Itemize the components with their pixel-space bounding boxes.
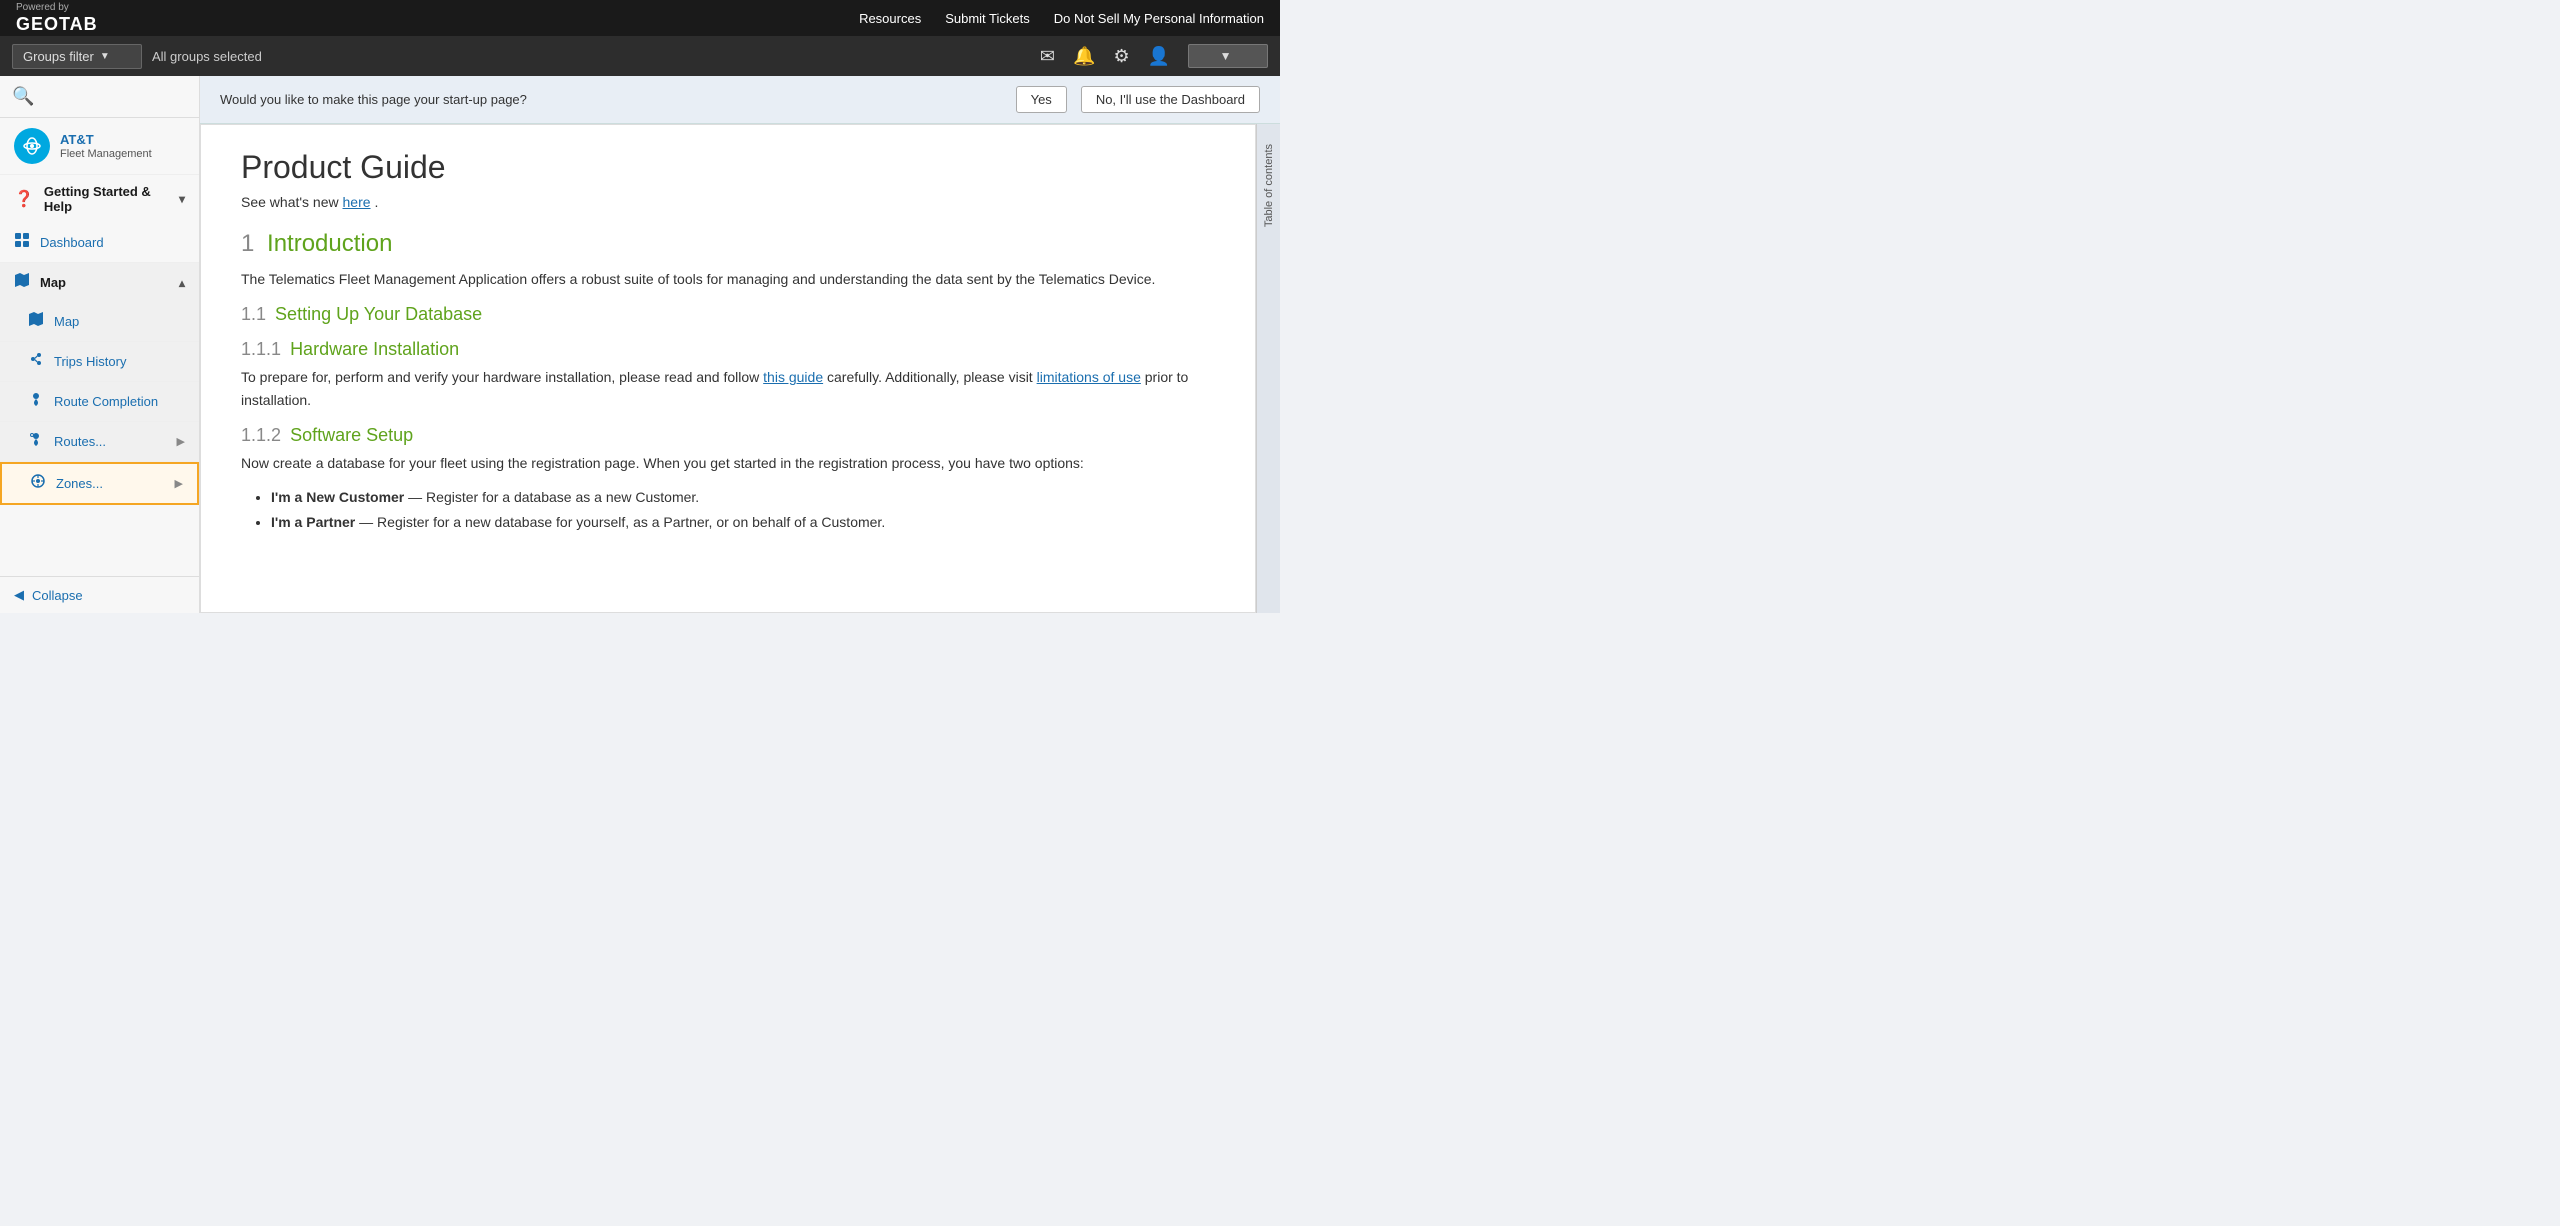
sidebar-item-zones[interactable]: Zones... ▶ [0, 462, 199, 505]
dashboard-icon [14, 232, 30, 253]
map-section-chevron-up-icon: ▴ [179, 276, 185, 290]
sidebar-item-map-section[interactable]: Map ▴ [0, 263, 199, 302]
groups-filter-label: Groups filter [23, 49, 94, 64]
getting-started-label: Getting Started & Help [44, 184, 169, 214]
list-item: I'm a New Customer — Register for a data… [271, 485, 1215, 510]
top-bar-links: Resources Submit Tickets Do Not Sell My … [859, 11, 1264, 26]
doc-section-1-1-1-heading: 1.1.1 Hardware Installation [241, 339, 1215, 360]
doc-section-1-body: The Telematics Fleet Management Applicat… [241, 268, 1215, 290]
sidebar-item-dashboard[interactable]: Dashboard [0, 223, 199, 263]
search-icon[interactable]: 🔍 [12, 86, 34, 106]
sidebar-item-getting-started[interactable]: ❓ Getting Started & Help ▾ [0, 175, 199, 223]
collapse-label: Collapse [32, 588, 83, 603]
map-section-label: Map [40, 275, 66, 290]
startup-banner: Would you like to make this page your st… [200, 76, 1280, 124]
sidebar-search[interactable]: 🔍 [0, 76, 199, 118]
resources-link[interactable]: Resources [859, 11, 921, 26]
getting-started-chevron-icon: ▾ [179, 192, 185, 206]
groups-filter-arrow-icon: ▼ [100, 51, 110, 62]
submit-tickets-link[interactable]: Submit Tickets [945, 11, 1030, 26]
doc-subtitle: See what's new here . [241, 194, 1215, 210]
doc-area: Product Guide See what's new here . 1 In… [200, 124, 1280, 613]
routes-label: Routes... [54, 434, 167, 449]
map-section-icon [14, 272, 30, 293]
sidebar: 🔍 AT&T Fleet Management ❓ Getting Starte… [0, 76, 200, 613]
envelope-icon[interactable]: ✉ [1040, 46, 1055, 67]
doc-section-1-1-heading: 1.1 Setting Up Your Database [241, 304, 1215, 325]
filter-bar-right: ✉ 🔔 ⚙ 👤 ▼ [1040, 44, 1268, 68]
startup-banner-text: Would you like to make this page your st… [220, 92, 1002, 107]
zones-icon [30, 473, 46, 494]
user-dropdown-button[interactable]: ▼ [1188, 44, 1268, 68]
startup-yes-button[interactable]: Yes [1016, 86, 1067, 113]
map-label: Map [54, 314, 185, 329]
this-guide-link[interactable]: this guide [763, 369, 823, 385]
route-completion-icon [28, 391, 44, 412]
groups-filter-button[interactable]: Groups filter ▼ [12, 44, 142, 69]
doc-title: Product Guide [241, 149, 1215, 186]
sidebar-item-trips-history[interactable]: Trips History [0, 342, 199, 382]
sidebar-item-route-completion[interactable]: Route Completion [0, 382, 199, 422]
sidebar-item-map[interactable]: Map [0, 302, 199, 342]
map-icon [28, 311, 44, 332]
user-dropdown-label [1199, 49, 1216, 63]
org-info: AT&T Fleet Management [60, 132, 152, 161]
top-bar: Powered by GEOTAB Resources Submit Ticke… [0, 0, 1280, 36]
zones-arrow-icon: ▶ [175, 477, 183, 490]
bell-icon[interactable]: 🔔 [1073, 46, 1095, 67]
routes-icon [28, 431, 44, 452]
content-area: Would you like to make this page your st… [200, 76, 1280, 613]
org-logo [14, 128, 50, 164]
routes-arrow-icon: ▶ [177, 435, 185, 448]
doc-section-1-heading: 1 Introduction [241, 230, 1215, 258]
limitations-link[interactable]: limitations of use [1037, 369, 1141, 385]
doc-section-1-1-2-heading: 1.1.2 Software Setup [241, 425, 1215, 446]
collapse-arrow-icon: ◀ [14, 587, 24, 603]
startup-no-button[interactable]: No, I'll use the Dashboard [1081, 86, 1260, 113]
trips-history-label: Trips History [54, 354, 185, 369]
toc-sidebar[interactable]: Table of contents [1256, 124, 1280, 613]
main-layout: 🔍 AT&T Fleet Management ❓ Getting Starte… [0, 76, 1280, 613]
doc-section-1-1-2-body: Now create a database for your fleet usi… [241, 452, 1215, 474]
user-dropdown-arrow-icon: ▼ [1220, 49, 1232, 63]
filter-bar: Groups filter ▼ All groups selected ✉ 🔔 … [0, 36, 1280, 76]
doc-content: Product Guide See what's new here . 1 In… [200, 124, 1256, 613]
route-completion-label: Route Completion [54, 394, 185, 409]
dashboard-label: Dashboard [40, 235, 185, 250]
sidebar-collapse-button[interactable]: ◀ Collapse [0, 576, 199, 613]
brand-logo: Powered by GEOTAB [16, 2, 98, 35]
toc-label: Table of contents [1263, 144, 1275, 227]
doc-section-1-1-1-body: To prepare for, perform and verify your … [241, 366, 1215, 411]
zones-label: Zones... [56, 476, 165, 491]
list-item: I'm a Partner — Register for a new datab… [271, 510, 1215, 535]
gear-icon[interactable]: ⚙ [1113, 46, 1129, 67]
doc-here-link[interactable]: here [343, 194, 371, 210]
all-groups-text: All groups selected [152, 49, 1030, 64]
user-icon[interactable]: 👤 [1148, 46, 1170, 67]
doc-list: I'm a New Customer — Register for a data… [271, 485, 1215, 535]
sidebar-item-routes[interactable]: Routes... ▶ [0, 422, 199, 462]
powered-by-text: Powered by GEOTAB [16, 2, 98, 35]
sidebar-org: AT&T Fleet Management [0, 118, 199, 175]
do-not-sell-link[interactable]: Do Not Sell My Personal Information [1054, 11, 1264, 26]
help-icon: ❓ [14, 189, 34, 209]
trips-history-icon [28, 351, 44, 372]
